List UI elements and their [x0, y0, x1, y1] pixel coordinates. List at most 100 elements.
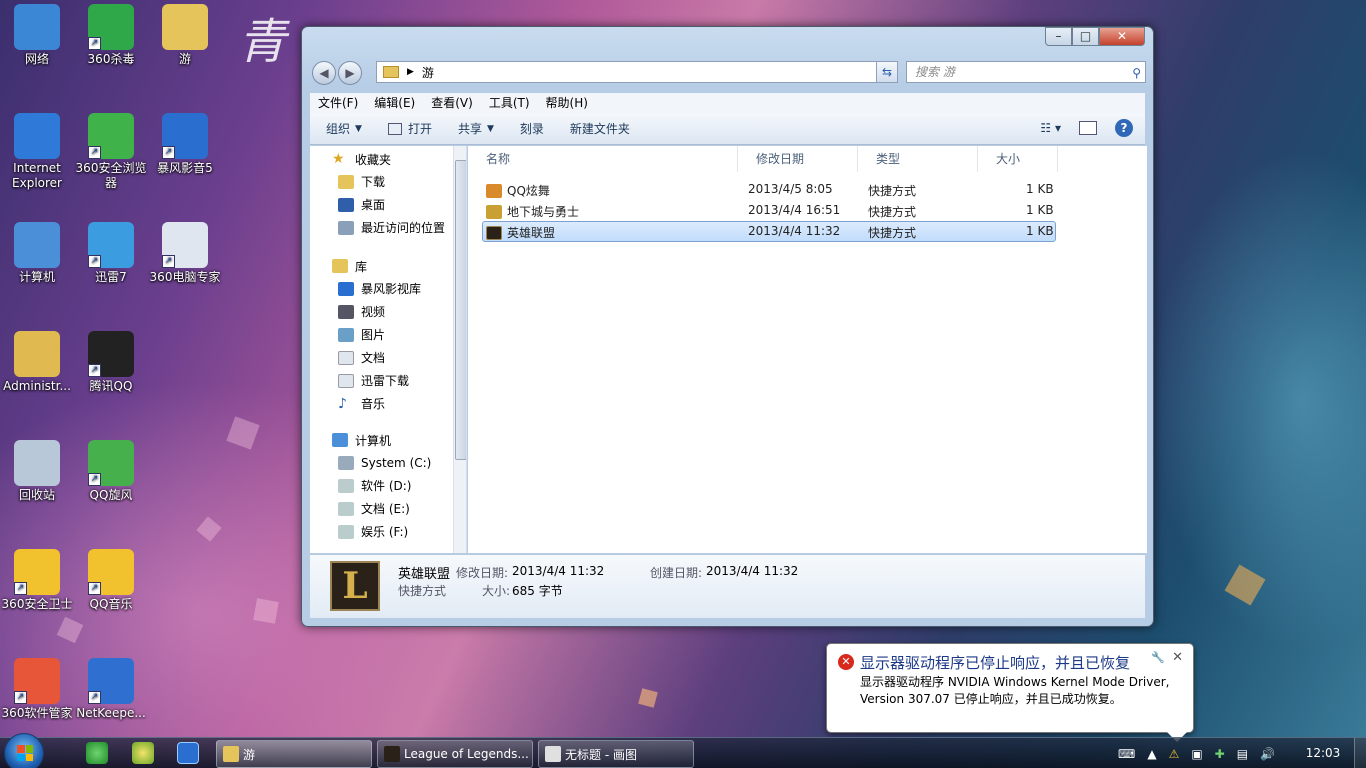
file-size: 1 KB: [1026, 203, 1054, 217]
nav-item-pictures[interactable]: 图片: [310, 323, 466, 346]
burn-button[interactable]: 刻录: [520, 120, 544, 137]
nav-scrollbar[interactable]: [453, 146, 466, 553]
nav-computer[interactable]: 计算机: [310, 429, 466, 451]
desktop-icon[interactable]: ↗ 360电脑专家: [148, 222, 222, 285]
share-button[interactable]: 共享 ▼: [458, 120, 494, 137]
taskbar-button-label: League of Legends...: [404, 747, 529, 761]
menu-view[interactable]: 查看(V): [431, 93, 473, 113]
quicklaunch-ball-icon[interactable]: [132, 742, 154, 764]
dnf-icon: [486, 204, 502, 219]
explorer-window[interactable]: – □ ✕ ◀ ▶ ▶ 游 ▼ ⇆ 搜索 游 ⚲ 文件(F) 编辑(E) 查看(…: [301, 26, 1154, 627]
nav-item-drive-d[interactable]: 软件 (D:): [310, 474, 466, 497]
desktop-icon-label: 计算机: [18, 270, 55, 284]
menu-help[interactable]: 帮助(H): [546, 93, 588, 113]
open-button[interactable]: 打开: [387, 120, 432, 137]
caption-buttons: – □ ✕: [1045, 27, 1145, 47]
nav-item-music[interactable]: ♪ 音乐: [310, 392, 466, 415]
desktop-icon[interactable]: ↗ 360安全卫士: [0, 549, 74, 612]
new-folder-button[interactable]: 新建文件夹: [570, 120, 630, 137]
nav-item-baofeng-library[interactable]: 暴风影视库: [310, 277, 466, 300]
quicklaunch-baofeng-icon[interactable]: [177, 742, 199, 764]
nav-item-drive-e[interactable]: 文档 (E:): [310, 497, 466, 520]
column-type[interactable]: 类型: [858, 146, 978, 172]
preview-pane-icon[interactable]: [1079, 121, 1097, 135]
notification-balloon[interactable]: ✕ 显示器驱动程序已停止响应，并且已恢复 🔧 ✕ 显示器驱动程序 NVIDIA …: [826, 643, 1194, 742]
refresh-icon[interactable]: ⇆: [876, 61, 898, 83]
nav-item-drive-f[interactable]: 娱乐 (F:): [310, 520, 466, 543]
desktop-icon[interactable]: Internet Explorer: [0, 113, 74, 191]
forward-button[interactable]: ▶: [338, 61, 362, 85]
nav-item-drive-c[interactable]: System (C:): [310, 451, 466, 474]
show-hidden-icons-icon[interactable]: ▲: [1147, 747, 1156, 761]
minimize-button[interactable]: –: [1045, 27, 1072, 46]
desktop-icon[interactable]: 网络: [0, 4, 74, 67]
back-button[interactable]: ◀: [312, 61, 336, 85]
menu-edit[interactable]: 编辑(E): [374, 93, 415, 113]
360-tray-icon[interactable]: ✚: [1215, 747, 1225, 761]
organize-button[interactable]: 组织 ▼: [326, 120, 362, 137]
desktop-icon-label: 游: [178, 52, 191, 66]
nav-item-desktop[interactable]: 桌面: [310, 193, 466, 216]
options-icon[interactable]: 🔧: [1151, 651, 1165, 664]
desktop-icon[interactable]: ↗ 暴风影音5: [148, 113, 222, 176]
column-size[interactable]: 大小: [978, 146, 1058, 172]
desktop-icon[interactable]: ↗ 360安全浏览器: [74, 113, 148, 191]
network-icon[interactable]: ▣: [1191, 747, 1202, 761]
nav-libraries[interactable]: 库: [310, 255, 466, 277]
quicklaunch-360-browser-icon[interactable]: [86, 742, 108, 764]
taskbar-button-label: 无标题 - 画图: [565, 747, 637, 762]
file-row[interactable]: 地下城与勇士 2013/4/4 16:51 快捷方式 1 KB: [482, 200, 1056, 221]
desktop-icon[interactable]: ↗ 迅雷7: [74, 222, 148, 285]
file-row[interactable]: QQ炫舞 2013/4/5 8:05 快捷方式 1 KB: [482, 179, 1056, 200]
desktop-icon-label: 360安全卫士: [1, 597, 73, 611]
search-placeholder: 搜索 游: [915, 65, 955, 79]
desktop-icon[interactable]: ↗ QQ音乐: [74, 549, 148, 612]
nav-item-documents[interactable]: 文档: [310, 346, 466, 369]
menu-file[interactable]: 文件(F): [318, 93, 358, 113]
app-icon: ↗: [14, 658, 60, 704]
nav-scrollbar-thumb[interactable]: [455, 160, 466, 460]
app-icon: [14, 4, 60, 50]
search-input[interactable]: 搜索 游 ⚲: [906, 61, 1146, 83]
nav-item-videos[interactable]: 视频: [310, 300, 466, 323]
nav-favorites[interactable]: ★ 收藏夹: [310, 148, 466, 170]
nav-item-downloads[interactable]: 下载: [310, 170, 466, 193]
recent-places-icon: [338, 220, 354, 235]
maximize-button[interactable]: □: [1072, 27, 1099, 46]
nav-item-recent[interactable]: 最近访问的位置: [310, 216, 466, 239]
breadcrumb-current[interactable]: 游: [422, 64, 434, 81]
usb-icon[interactable]: ▤: [1237, 747, 1248, 761]
view-menu-icon[interactable]: ☷ ▾: [1040, 121, 1061, 135]
nav-item-xunlei-downloads[interactable]: 迅雷下载: [310, 369, 466, 392]
file-row-selected[interactable]: 英雄联盟 2013/4/4 11:32 快捷方式 1 KB: [482, 221, 1056, 242]
warning-icon[interactable]: ⚠: [1169, 747, 1180, 761]
address-bar[interactable]: ▶ 游 ▼: [376, 61, 898, 83]
system-tray: ⌨ ▲ ⚠ ▣ ✚ ▤ 🔊: [1118, 738, 1287, 768]
taskbar-button[interactable]: 游: [216, 740, 372, 768]
desktop-icon[interactable]: 回收站: [0, 440, 74, 503]
desktop-icon[interactable]: ↗ NetKeepe...: [74, 658, 148, 721]
desktop-icon[interactable]: ↗ 腾讯QQ: [74, 331, 148, 394]
start-button[interactable]: [4, 733, 44, 768]
taskbar-button[interactable]: League of Legends...: [377, 740, 533, 768]
show-desktop-button[interactable]: [1354, 738, 1366, 768]
desktop-icon[interactable]: ↗ 360软件管家: [0, 658, 74, 721]
desktop-icon[interactable]: 游: [148, 4, 222, 67]
desktop-icon[interactable]: 计算机: [0, 222, 74, 285]
close-button[interactable]: ✕: [1099, 27, 1145, 46]
keyboard-icon[interactable]: ⌨: [1118, 747, 1135, 761]
task-app-icon: [545, 746, 561, 762]
help-icon[interactable]: ?: [1115, 119, 1133, 137]
menu-tools[interactable]: 工具(T): [489, 93, 530, 113]
desktop-icon[interactable]: Administr...: [0, 331, 74, 394]
volume-icon[interactable]: 🔊: [1260, 747, 1275, 761]
search-icon[interactable]: ⚲: [1132, 63, 1141, 83]
column-date[interactable]: 修改日期: [738, 146, 858, 172]
desktop-icon[interactable]: ↗ 360杀毒: [74, 4, 148, 67]
balloon-close-button[interactable]: ✕: [1172, 650, 1183, 665]
app-icon: ↗: [162, 222, 208, 268]
column-name[interactable]: 名称: [468, 146, 738, 172]
taskbar-button[interactable]: 无标题 - 画图: [538, 740, 694, 768]
desktop-icon[interactable]: ↗ QQ旋风: [74, 440, 148, 503]
clock[interactable]: 12:03: [1298, 738, 1348, 768]
